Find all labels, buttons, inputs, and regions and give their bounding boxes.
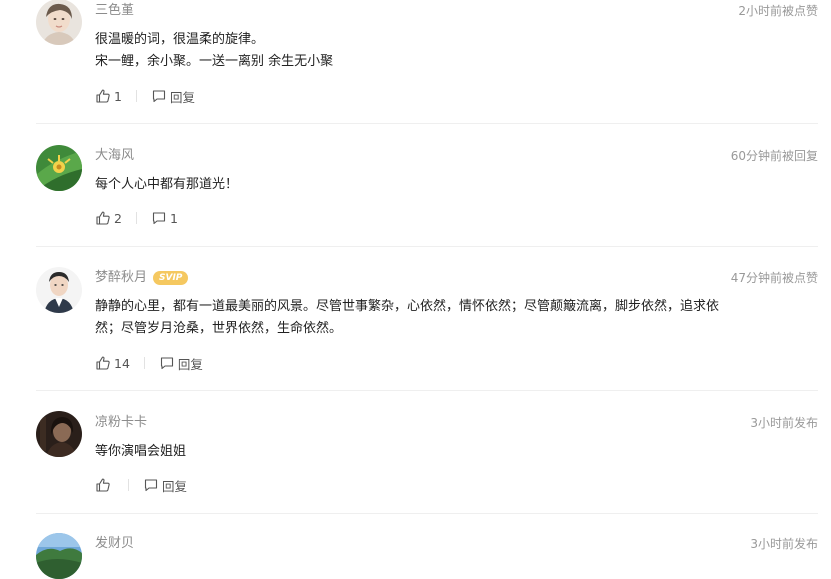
thumbs-up-icon [96, 211, 110, 225]
comment-text: 每个人心中都有那道光！ [95, 174, 795, 196]
avatar[interactable] [36, 267, 82, 313]
username[interactable]: 大海风 [95, 147, 134, 165]
reply-button[interactable]: 1 [151, 210, 178, 226]
thumbs-up-icon [96, 478, 110, 492]
comment-bubble-icon [152, 90, 166, 103]
timestamp: 2小时前被点赞 [738, 4, 818, 18]
comment-text-line: 每个人心中都有那道光！ [95, 177, 239, 192]
avatar[interactable] [36, 411, 82, 457]
comment-item: 凉粉卡卡 3小时前发布 等你演唱会姐姐 回复 [36, 411, 818, 507]
divider [143, 357, 145, 369]
reply-label: 回复 [177, 356, 203, 372]
timestamp: 3小时前发布 [750, 416, 818, 430]
timestamp: 3小时前发布 [750, 537, 818, 551]
comment-text: 等你演唱会姐姐 [95, 441, 795, 463]
green-leaf-flower-avatar-icon [36, 145, 82, 191]
man-portrait-avatar-icon [36, 267, 82, 313]
comment-text-line: 很温暖的词，很温柔的旋律。 [95, 32, 265, 47]
thumbs-up-icon [96, 356, 110, 370]
divider [128, 479, 129, 491]
username[interactable]: 凉粉卡卡 [95, 414, 147, 432]
comment-text: 静静的心里，都有一道最美丽的风景。尽管世事繁杂，心依然，情怀依然；尽管颠簸流离，… [95, 296, 795, 340]
avatar[interactable] [36, 145, 82, 191]
comment-text-line: 宋一鲤，余小聚。一送一离别 余生无小聚 [95, 54, 334, 69]
comment-actions: 回复 [95, 476, 187, 494]
comment-text-line: 静静的心里，都有一道最美丽的风景。尽管世事繁杂，心依然，情怀依然；尽管颠簸流离，… [95, 299, 720, 314]
like-count: 14 [114, 355, 130, 371]
avatar[interactable] [36, 0, 82, 45]
reply-button[interactable]: 回复 [143, 476, 187, 495]
like-count: 1 [114, 88, 122, 104]
username[interactable]: 发财贝 [95, 535, 134, 553]
divider [36, 123, 818, 124]
comment-bubble-icon [160, 357, 173, 370]
reply-label: 回复 [162, 478, 188, 494]
like-button[interactable]: 14 [95, 355, 130, 371]
username[interactable]: 三色堇 [95, 2, 134, 20]
like-button[interactable]: 1 [95, 88, 122, 104]
comment-item: 大海风 60分钟前被回复 每个人心中都有那道光！ 2 1 [36, 145, 818, 245]
woman-portrait-avatar-icon [36, 0, 82, 45]
comment-item: 三色堇 2小时前被点赞 很温暖的词，很温柔的旋律。 宋一鲤，余小聚。一送一离别 … [36, 0, 818, 120]
divider [135, 212, 137, 224]
comment-text-line: 等你演唱会姐姐 [95, 444, 187, 459]
landscape-avatar-icon [36, 533, 82, 579]
divider [36, 513, 818, 514]
like-count: 2 [114, 210, 122, 226]
comment-bubble-icon [152, 212, 166, 225]
dark-portrait-avatar-icon [36, 411, 82, 457]
reply-count: 1 [169, 210, 178, 226]
like-button[interactable]: 2 [95, 210, 122, 226]
divider [135, 90, 137, 102]
thumbs-up-icon [96, 89, 110, 103]
comment-item: 发财贝 3小时前发布 [36, 533, 818, 579]
username[interactable]: 梦醉秋月 SVIP [95, 269, 189, 287]
like-button[interactable] [95, 477, 114, 493]
comment-text-line: 然；尽管岁月沧桑，世界依然，生命依然。 [95, 321, 343, 336]
reply-button[interactable]: 回复 [151, 87, 195, 106]
comment-item: 梦醉秋月 SVIP 47分钟前被点赞 静静的心里，都有一道最美丽的风景。尽管世事繁… [36, 267, 818, 382]
comment-actions: 2 1 [95, 209, 178, 227]
timestamp: 47分钟前被点赞 [730, 271, 818, 285]
comment-bubble-icon [144, 479, 158, 492]
comment-actions: 14 回复 [95, 354, 203, 372]
divider [36, 390, 818, 391]
comment-text: 很温暖的词，很温柔的旋律。 宋一鲤，余小聚。一送一离别 余生无小聚 [95, 29, 795, 73]
reply-label: 回复 [169, 89, 195, 105]
divider [36, 246, 818, 247]
svip-badge: SVIP [153, 271, 189, 285]
reply-button[interactable]: 回复 [159, 354, 203, 373]
avatar[interactable] [36, 533, 82, 579]
comment-actions: 1 回复 [95, 87, 195, 105]
timestamp: 60分钟前被回复 [730, 149, 818, 163]
